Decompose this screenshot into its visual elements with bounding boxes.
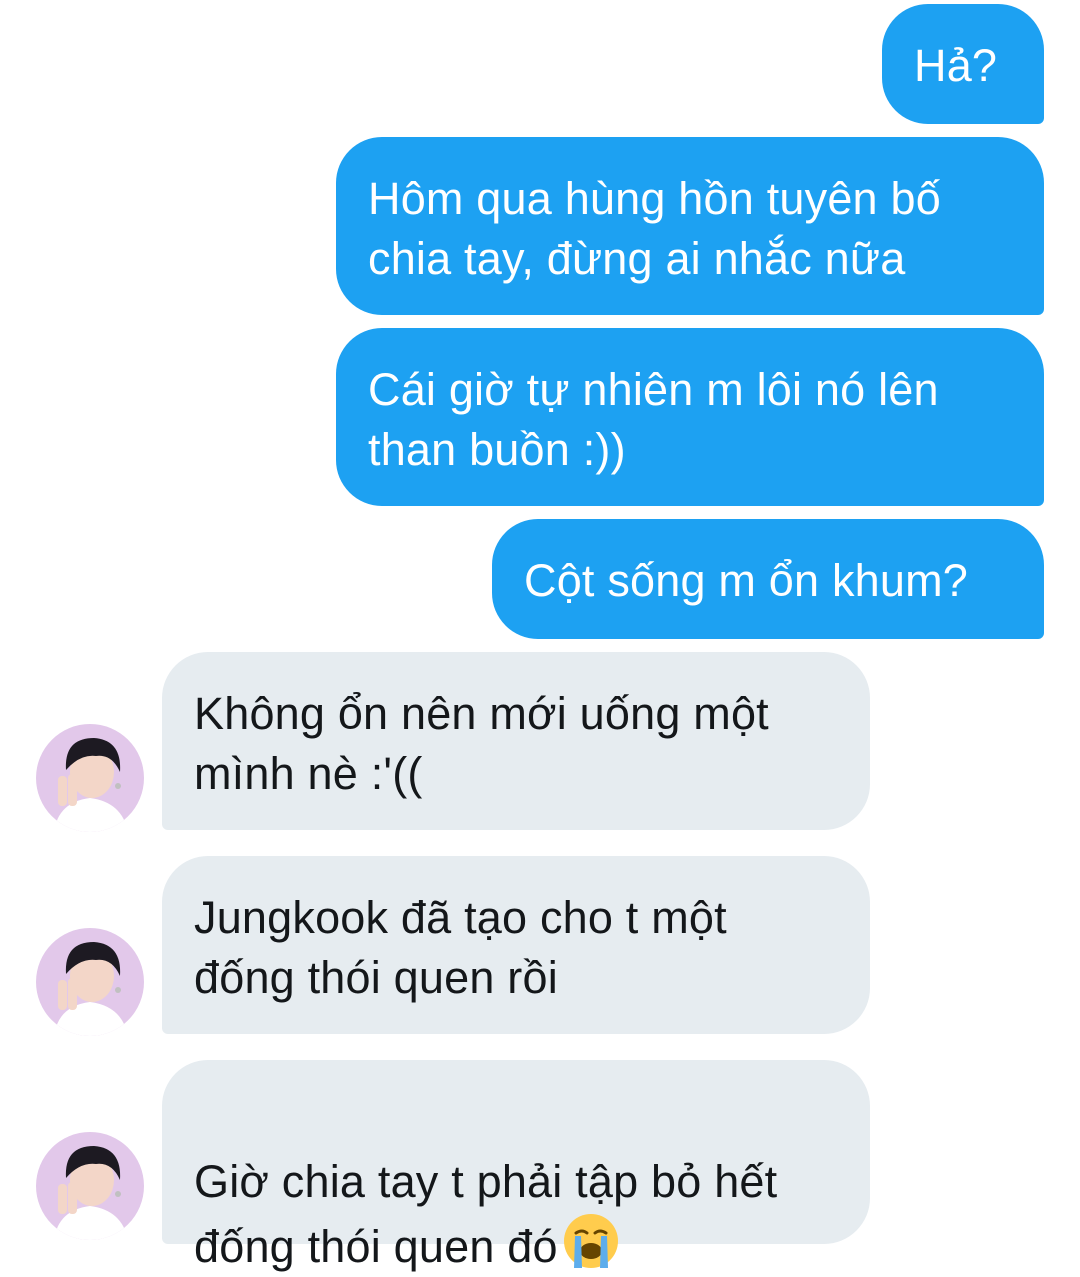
message-bubble-received[interactable]: Không ổn nên mới uống một mình nè :'(( (162, 652, 870, 830)
avatar[interactable] (36, 928, 144, 1036)
avatar[interactable] (36, 724, 144, 832)
loudly-crying-face-icon (563, 1214, 618, 1268)
message-bubble-received[interactable]: Jungkook đã tạo cho t một đống thói quen… (162, 856, 870, 1034)
message-bubble-sent[interactable]: Hả? (882, 4, 1044, 124)
avatar[interactable] (36, 1132, 144, 1240)
avatar-image (36, 1132, 144, 1240)
message-bubble-sent[interactable]: Hôm qua hùng hồn tuyên bố chia tay, đừng… (336, 137, 1044, 315)
message-bubble-sent[interactable]: Cái giờ tự nhiên m lôi nó lên than buồn … (336, 328, 1044, 506)
avatar-image (36, 724, 144, 832)
message-bubble-sent[interactable]: Cột sống m ổn khum? (492, 519, 1044, 639)
avatar-image (36, 928, 144, 1036)
message-bubble-received[interactable]: Giờ chia tay t phải tập bỏ hết đống thói… (162, 1060, 870, 1272)
message-text: Giờ chia tay t phải tập bỏ hết đống thói… (194, 1156, 778, 1272)
